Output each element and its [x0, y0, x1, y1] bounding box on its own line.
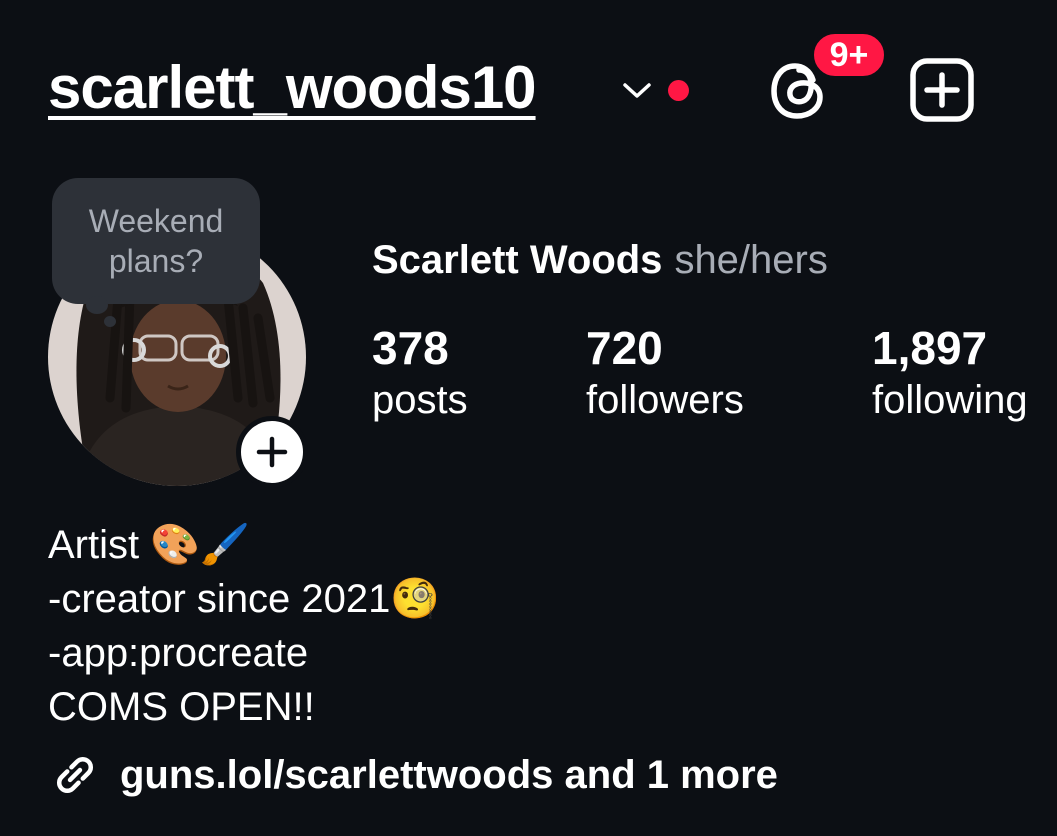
note-bubble[interactable]: Weekend plans?: [52, 178, 260, 304]
bio-link-text: guns.lol/scarlettwoods and 1 more: [120, 752, 778, 797]
link-icon: [56, 756, 94, 794]
stat-following[interactable]: 1,897 following: [872, 322, 1028, 426]
add-story-button[interactable]: [236, 416, 308, 488]
bio-link[interactable]: guns.lol/scarlettwoods and 1 more: [50, 750, 778, 800]
stat-value: 720: [586, 322, 663, 374]
bio-line: Artist 🎨🖌️: [48, 523, 250, 567]
full-name: Scarlett Woods she/hers: [372, 238, 828, 283]
chevron-down-icon[interactable]: [620, 78, 654, 102]
bio-line: -app:procreate: [48, 631, 309, 675]
stat-posts[interactable]: 378 posts: [372, 322, 468, 426]
notification-badge: 9+: [810, 30, 888, 80]
note-tail: [86, 296, 108, 314]
profile-page: scarlett_woods10 9+ Weekend plans? Scarl…: [0, 0, 1057, 836]
note-tail: [104, 316, 116, 327]
plus-icon: [256, 436, 288, 468]
stat-label: following: [872, 378, 1028, 422]
bio-line: -creator since 2021🧐: [48, 577, 441, 621]
stat-label: followers: [586, 378, 744, 422]
bio-line: COMS OPEN!!: [48, 685, 315, 729]
note-line: Weekend: [88, 203, 224, 239]
username-switcher[interactable]: scarlett_woods10: [48, 58, 537, 118]
live-dot-icon: [668, 80, 689, 101]
note-line: plans?: [108, 243, 204, 279]
bio: Artist 🎨🖌️ -creator since 2021🧐 -app:pro…: [48, 518, 440, 734]
stat-value: 378: [372, 322, 449, 374]
pronouns: she/hers: [674, 238, 828, 282]
stat-value: 1,897: [872, 322, 988, 374]
stat-label: posts: [372, 378, 468, 422]
stat-followers[interactable]: 720 followers: [586, 322, 744, 426]
full-name-text: Scarlett Woods: [372, 238, 663, 282]
plus-square-icon[interactable]: [908, 56, 976, 124]
